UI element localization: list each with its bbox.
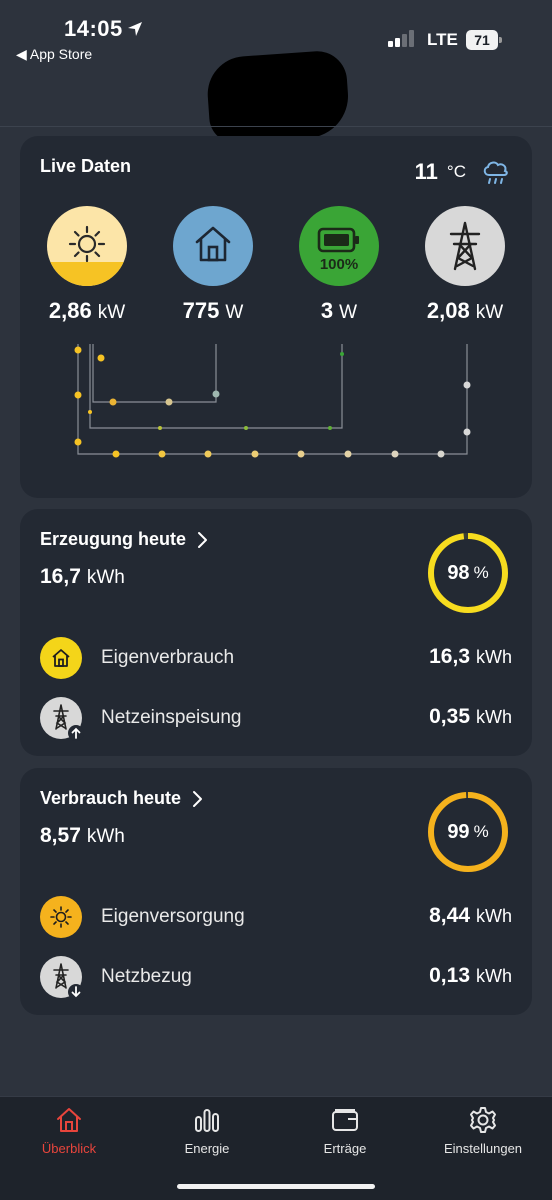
cell-signal-icon	[388, 30, 414, 47]
grid-purchase-row: Netzbezug 0,13 kWh	[40, 956, 512, 1000]
tab-settings-label: Einstellungen	[443, 1141, 523, 1156]
status-time: 14:05	[64, 16, 123, 41]
self-supply-value: 8,44 kWh	[429, 904, 512, 928]
consumption-total: 8,57 kWh	[40, 824, 125, 848]
self-supply-row: Eigenversorgung 8,44 kWh	[40, 896, 512, 938]
consumption-unit: kWh	[86, 826, 125, 847]
location-arrow-icon	[128, 22, 142, 36]
self-consumption-row: Eigenverbrauch 16,3 kWh	[40, 637, 512, 679]
tab-settings[interactable]: Einstellungen	[414, 1105, 552, 1156]
power-pylon-upload-icon	[40, 697, 84, 741]
self-supply-label: Eigenversorgung	[101, 906, 245, 927]
grid-feed-in-row: Netzeinspeisung 0,35 kWh	[40, 697, 512, 741]
grid-purchase-label: Netzbezug	[101, 966, 192, 987]
bar-chart-icon	[195, 1109, 219, 1132]
tab-yields-label: Erträge	[323, 1141, 367, 1156]
production-today-card[interactable]: Erzeugung heute 16,7 kWh 98% Eigenverbrau…	[20, 509, 532, 756]
tab-overview[interactable]: Überblick	[0, 1105, 138, 1156]
consumption-percent: 99%	[426, 790, 510, 874]
consumption-title: Verbrauch heute	[40, 788, 182, 808]
home-indicator	[177, 1184, 375, 1189]
self-consumption-unit: kWh	[476, 647, 512, 667]
production-percent-unit: %	[473, 563, 489, 582]
consumption-percent-value: 99	[447, 820, 470, 843]
chevron-right-icon	[198, 531, 208, 548]
grid-feed-in-number: 0,35	[429, 705, 470, 728]
battery-indicator: 71	[466, 30, 502, 50]
grid-purchase-unit: kWh	[476, 966, 512, 986]
grid-feed-in-label: Netzeinspeisung	[101, 707, 242, 728]
self-supply-number: 8,44	[429, 904, 470, 927]
house-icon	[40, 637, 82, 679]
header-divider	[0, 126, 552, 127]
tab-energy-label: Energie	[184, 1141, 230, 1156]
self-consumption-value: 16,3 kWh	[429, 645, 512, 669]
production-percent-value: 98	[447, 561, 470, 584]
self-consumption-number: 16,3	[429, 645, 470, 668]
self-supply-unit: kWh	[476, 906, 512, 926]
wallet-icon	[332, 1109, 358, 1131]
self-sufficiency-ring: 99%	[426, 790, 510, 874]
back-to-app-store-link[interactable]: ◀ App Store	[16, 46, 92, 63]
consumption-percent-unit: %	[473, 822, 489, 841]
network-type: LTE	[427, 30, 458, 49]
chevron-right-icon	[193, 790, 203, 807]
consumption-today-card[interactable]: Verbrauch heute 8,57 kWh 99% Eigenversorg…	[20, 768, 532, 1015]
production-total: 16,7 kWh	[40, 565, 125, 589]
self-consumption-ring: 98%	[426, 531, 510, 615]
redacted-area	[205, 49, 351, 145]
sun-icon	[40, 896, 82, 938]
live-data-card[interactable]: Live Daten 11 °C 100% 2,86 kW 775 W 3 W …	[20, 136, 532, 498]
production-value: 16,7	[40, 565, 81, 588]
power-pylon-download-icon	[40, 956, 84, 1000]
production-unit: kWh	[86, 567, 125, 588]
consumption-title-link[interactable]: Verbrauch heute	[40, 788, 203, 809]
gear-icon	[470, 1107, 496, 1133]
grid-purchase-number: 0,13	[429, 964, 470, 987]
grid-feed-in-value: 0,35 kWh	[429, 705, 512, 729]
grid-purchase-value: 0,13 kWh	[429, 964, 512, 988]
self-consumption-label: Eigenverbrauch	[101, 647, 235, 668]
production-title-link[interactable]: Erzeugung heute	[40, 529, 208, 550]
production-percent: 98%	[426, 531, 510, 615]
consumption-value: 8,57	[40, 824, 81, 847]
energy-flow-diagram	[74, 344, 471, 458]
tab-yields[interactable]: Erträge	[276, 1105, 414, 1156]
battery-level: 71	[466, 30, 498, 50]
home-icon	[57, 1108, 81, 1132]
production-title: Erzeugung heute	[40, 529, 187, 549]
tab-energy[interactable]: Energie	[138, 1105, 276, 1156]
tab-overview-label: Überblick	[41, 1141, 97, 1156]
grid-feed-in-unit: kWh	[476, 707, 512, 727]
